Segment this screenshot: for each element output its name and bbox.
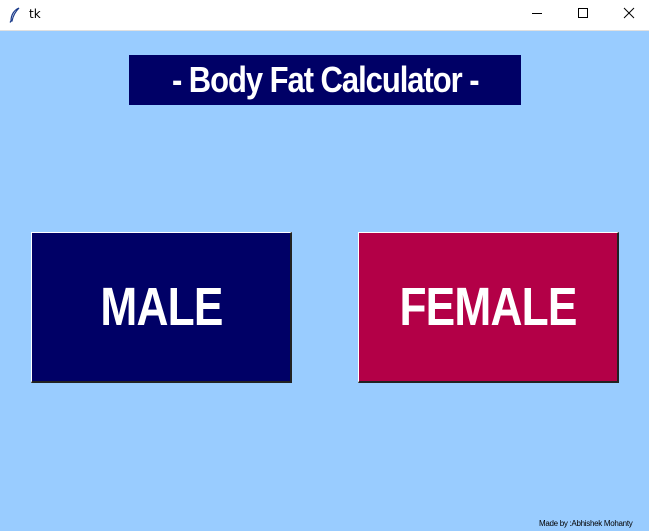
author-credit: Made by :Abhishek Mohanty — [539, 519, 633, 528]
minimize-icon — [531, 6, 543, 24]
window-title: tk — [29, 7, 41, 21]
maximize-icon — [577, 6, 589, 24]
page-title-text: - Body Fat Calculator - — [171, 59, 480, 100]
app-window: tk - Body Fat Calculator - MALE FEMALE M… — [0, 0, 649, 531]
minimize-button[interactable] — [514, 0, 560, 30]
feather-icon — [8, 7, 22, 23]
close-icon — [623, 6, 635, 24]
close-button[interactable] — [606, 0, 649, 30]
page-title: - Body Fat Calculator - — [129, 55, 521, 105]
female-button[interactable]: FEMALE — [358, 232, 619, 383]
title-bar[interactable]: tk — [0, 0, 649, 31]
female-button-label: FEMALE — [399, 277, 577, 337]
male-button-label: MALE — [99, 277, 223, 337]
male-button[interactable]: MALE — [31, 232, 292, 383]
maximize-button[interactable] — [560, 0, 606, 30]
